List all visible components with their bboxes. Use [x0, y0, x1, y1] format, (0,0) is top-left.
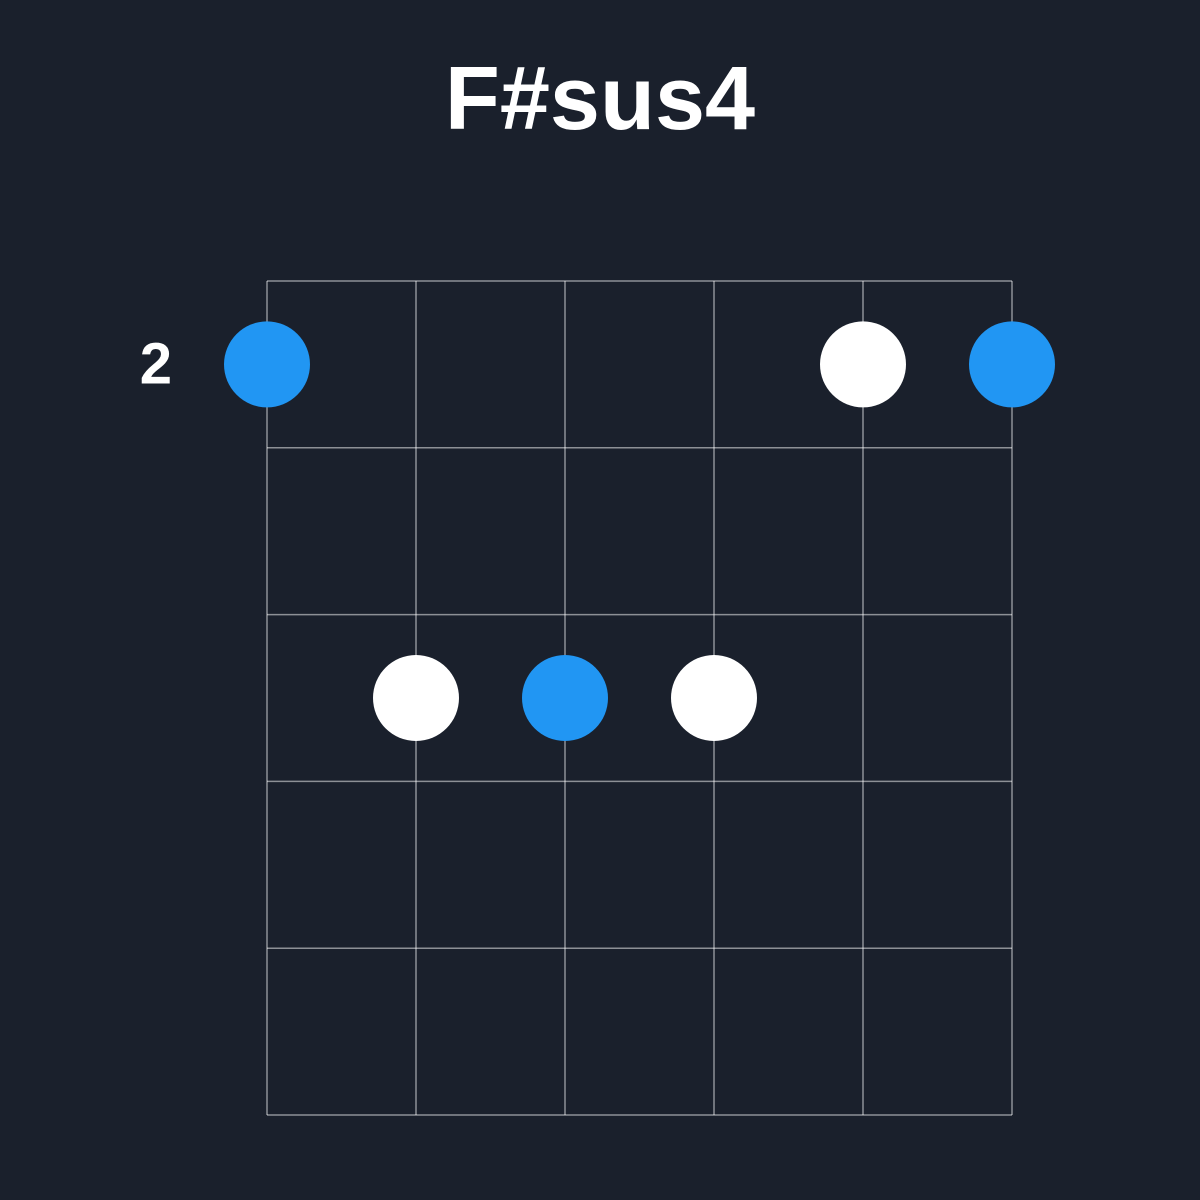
root-note-dot: [522, 655, 608, 741]
starting-fret-label: 2: [140, 332, 172, 397]
chord-diagram: 2: [0, 0, 1200, 1200]
note-dot: [671, 655, 757, 741]
root-note-dot: [969, 321, 1055, 407]
finger-positions: [224, 321, 1055, 741]
note-dot: [820, 321, 906, 407]
root-note-dot: [224, 321, 310, 407]
note-dot: [373, 655, 459, 741]
